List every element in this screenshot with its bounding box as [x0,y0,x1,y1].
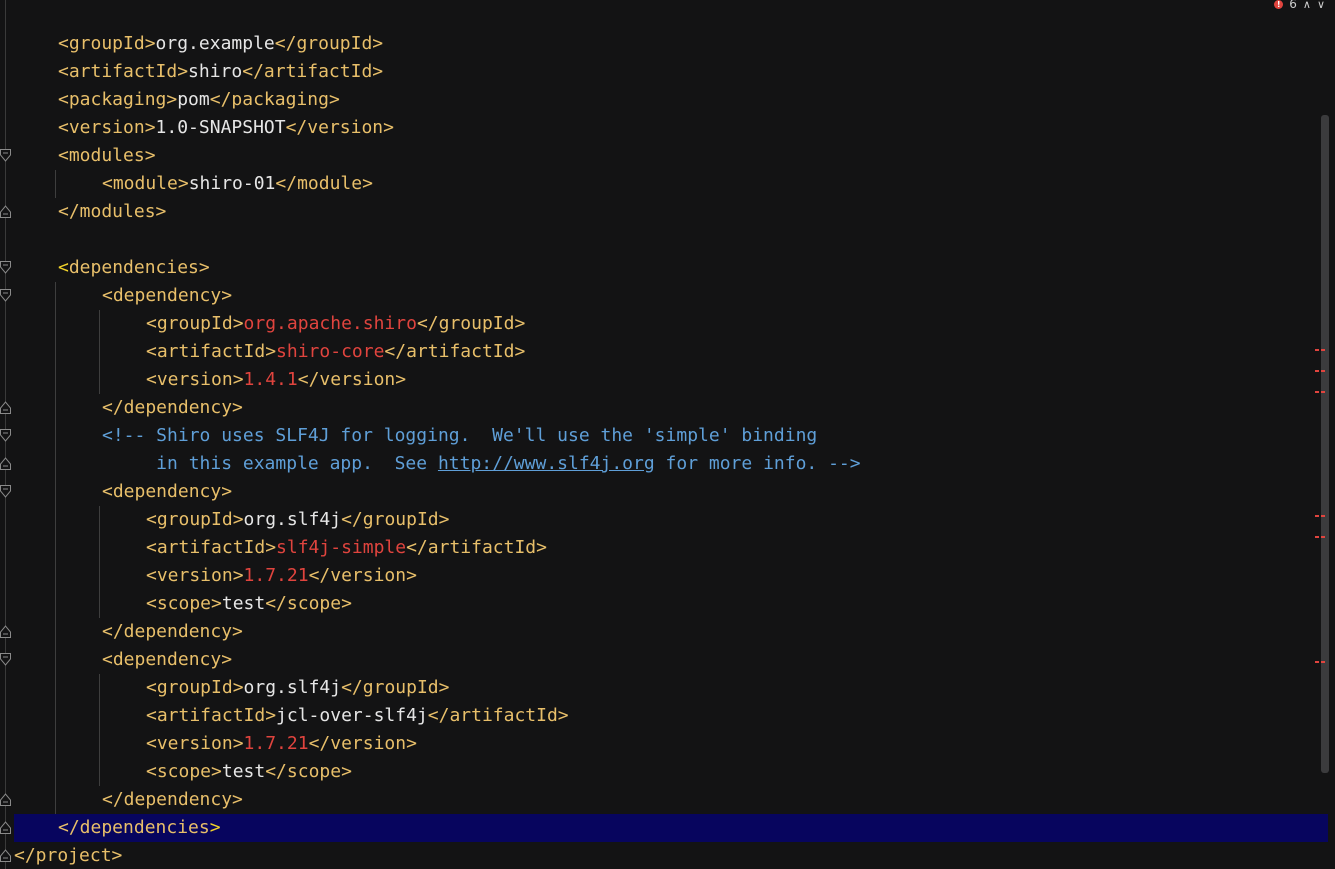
code-line: <packaging>pom</packaging> [58,89,340,110]
code-line: </project> [14,845,123,866]
code-area[interactable]: <groupId>org.example</groupId> <artifact… [14,30,1328,869]
fold-open-icon[interactable] [0,149,11,162]
inspection-status[interactable]: ! 6 ∧ ∨ [1274,0,1325,12]
fold-open-icon[interactable] [0,653,11,666]
fold-open-icon[interactable] [0,429,11,442]
fold-open-icon[interactable] [0,261,11,274]
error-stripe-marker[interactable] [1315,349,1327,351]
code-line: <dependencies> [58,257,210,278]
error-stripe-marker[interactable] [1315,391,1327,393]
code-line: <groupId>org.example</groupId> [58,33,384,54]
chevron-up-icon[interactable]: ∧ [1303,0,1311,11]
code-line: </modules> [58,201,167,222]
code-line: in this example app. See http://www.slf4… [14,450,1327,478]
code-line: <groupId>org.slf4j</groupId> [14,674,1327,702]
vertical-scrollbar[interactable] [1321,115,1329,773]
code-line: <dependency> [14,478,1327,506]
fold-close-icon[interactable] [0,821,11,834]
code-line: <artifactId>shiro-core</artifactId> [14,338,1327,366]
code-line: <version>1.7.21</version> [14,730,1327,758]
fold-close-icon[interactable] [0,401,11,414]
code-line: </dependency> [14,618,1327,646]
error-count: 6 [1289,0,1297,11]
code-line: <artifactId>jcl-over-slf4j</artifactId> [14,702,1327,730]
comment-link[interactable]: http://www.slf4j.org [438,453,655,474]
code-line: <scope>test</scope> [14,758,1327,786]
code-line: <artifactId>shiro</artifactId> [58,61,384,82]
fold-close-icon[interactable] [0,625,11,638]
fold-open-icon[interactable] [0,289,11,302]
fold-close-icon[interactable] [0,849,11,862]
fold-open-icon[interactable] [0,485,11,498]
error-icon: ! [1274,0,1284,9]
code-line: <groupId>org.apache.shiro</groupId> [14,310,1327,338]
code-line: <version>1.4.1</version> [14,366,1327,394]
code-line: <dependency> [14,282,1327,310]
fold-close-icon[interactable] [0,205,11,218]
code-line: <!-- Shiro uses SLF4J for logging. We'll… [14,422,1327,450]
chevron-down-icon[interactable]: ∨ [1317,0,1325,11]
error-stripe-marker[interactable] [1315,370,1327,372]
code-line: <module>shiro-01</module> [14,170,1327,198]
code-line: </dependency> [14,786,1327,814]
code-editor[interactable]: ! 6 ∧ ∨ <groupId>org.example</groupId> <… [0,0,1335,869]
code-line: <modules> [58,145,156,166]
fold-close-icon[interactable] [0,793,11,806]
fold-close-icon[interactable] [0,457,11,470]
code-line: <version>1.0-SNAPSHOT</version> [58,117,394,138]
error-stripe-marker[interactable] [1315,661,1327,663]
error-stripe-marker[interactable] [1315,515,1327,517]
error-stripe-marker[interactable] [1315,536,1327,538]
code-line: <groupId>org.slf4j</groupId> [14,506,1327,534]
code-line: </dependency> [14,394,1327,422]
code-line: <scope>test</scope> [14,590,1327,618]
editor-gutter [0,0,14,869]
code-line: <version>1.7.21</version> [14,562,1327,590]
code-line: <artifactId>slf4j-simple</artifactId> [14,534,1327,562]
code-line: <dependency> [14,646,1327,674]
current-code-line: </dependencies> [14,814,1328,842]
